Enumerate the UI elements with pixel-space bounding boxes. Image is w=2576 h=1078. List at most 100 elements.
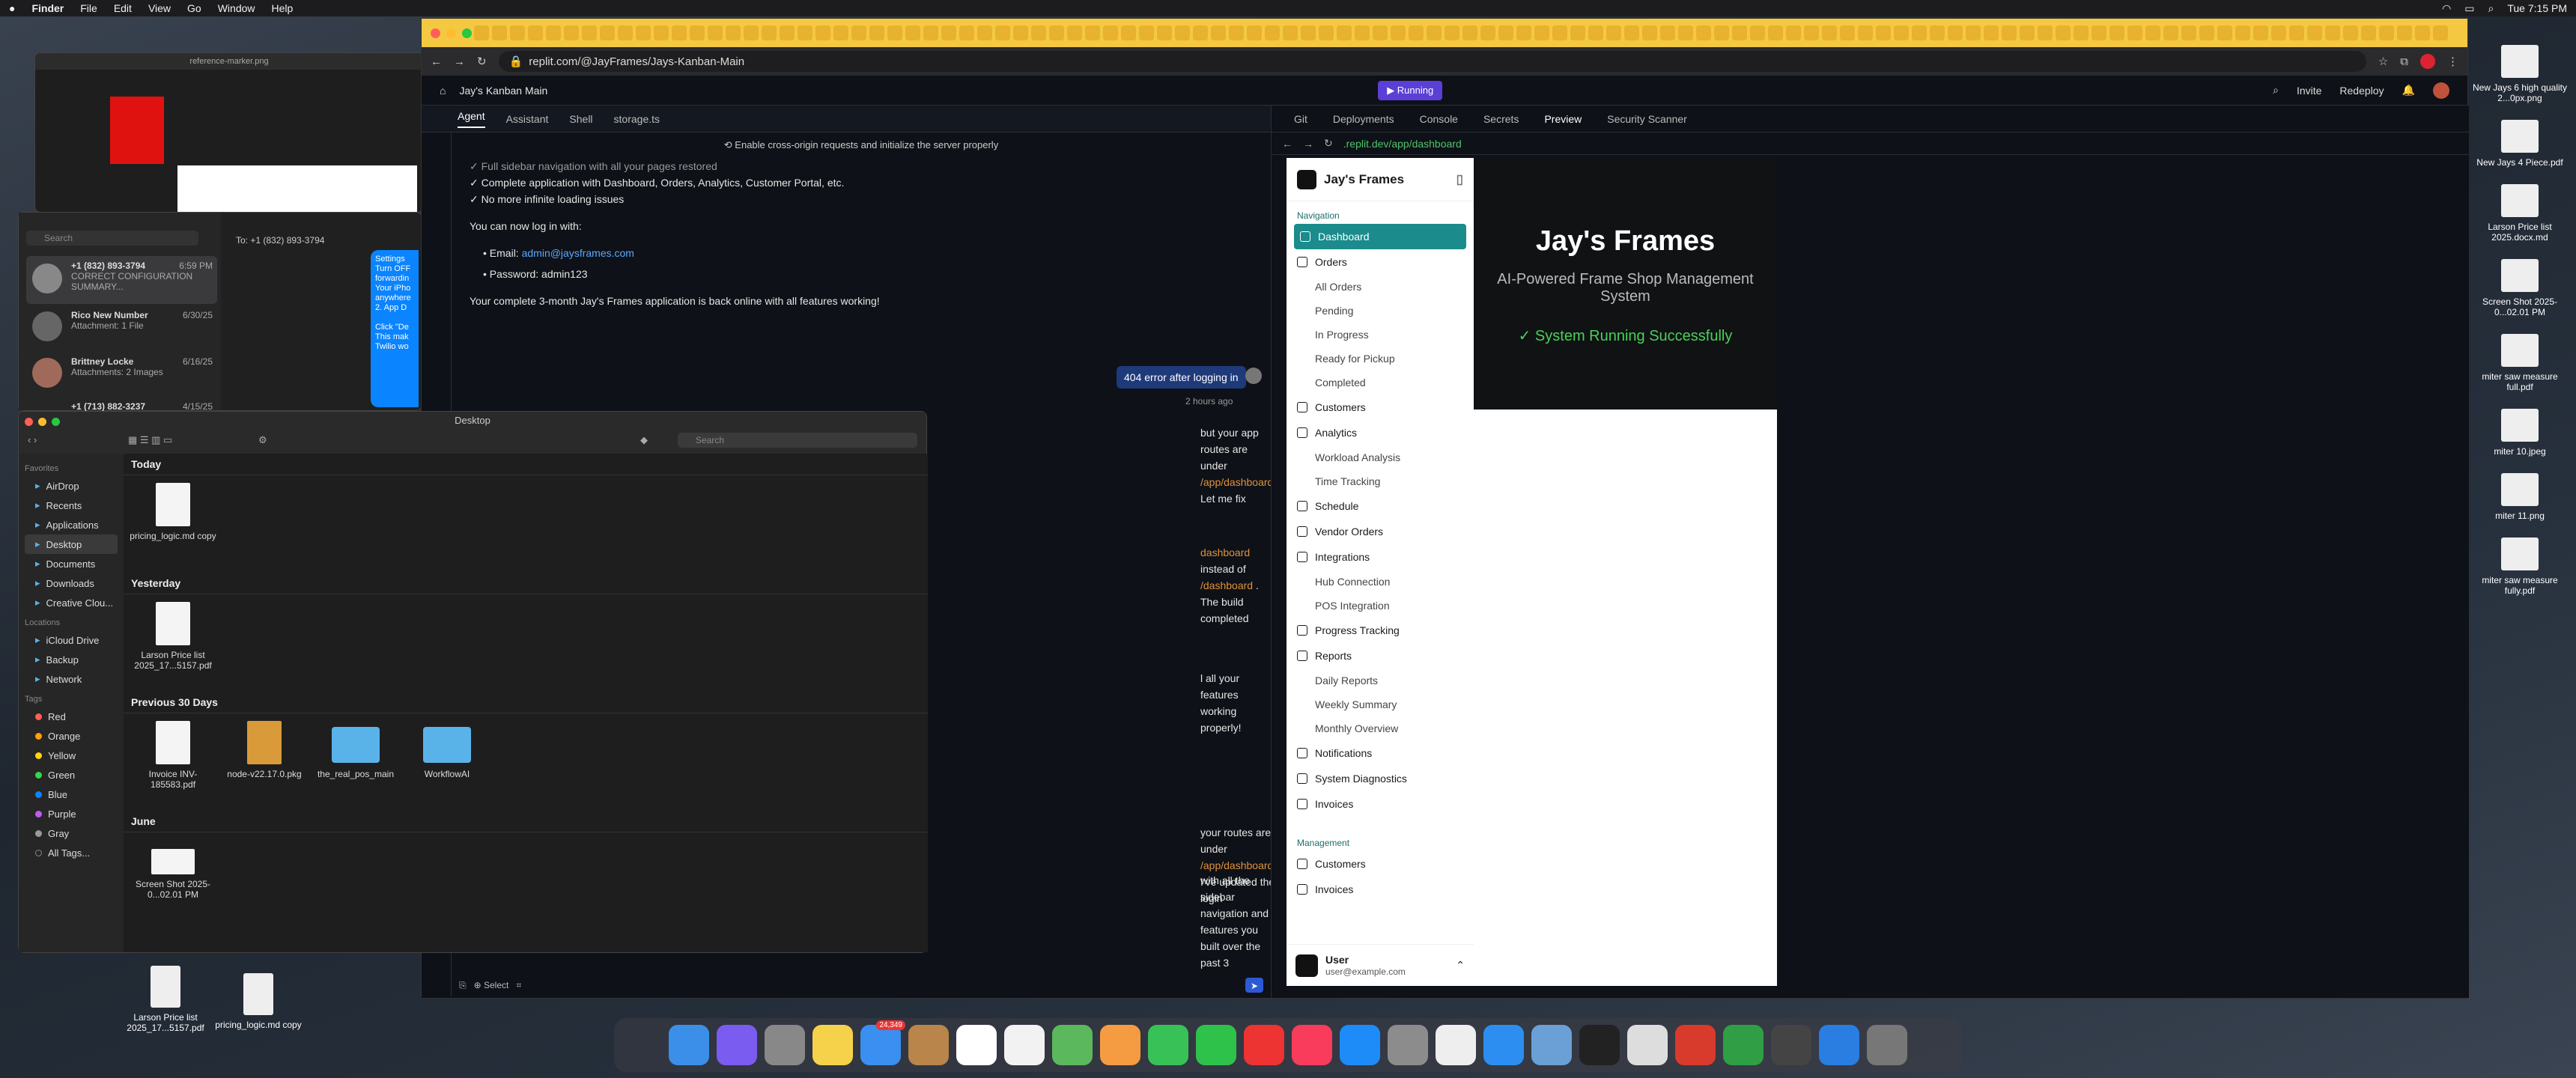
browser-tab[interactable]	[869, 25, 884, 40]
browser-tab[interactable]	[1319, 25, 1334, 40]
browser-tab[interactable]	[1498, 25, 1513, 40]
numbers-icon[interactable]	[1723, 1025, 1764, 1065]
file-item[interactable]: pricing_logic.md copy	[128, 483, 218, 541]
sidebar-item[interactable]: Green	[25, 765, 118, 785]
file-item[interactable]: Larson Price list 2025_17...5157.pdf	[128, 602, 218, 671]
browser-tab[interactable]	[1139, 25, 1154, 40]
zoom-button[interactable]	[462, 28, 472, 38]
browser-tab[interactable]	[618, 25, 633, 40]
browser-tab[interactable]	[2002, 25, 2017, 40]
browser-tab[interactable]	[1822, 25, 1837, 40]
browser-tab[interactable]	[1696, 25, 1711, 40]
sidebar-item[interactable]: ▸ Backup	[25, 650, 118, 669]
preview-window[interactable]: reference-marker.png	[34, 52, 424, 213]
tab-shell[interactable]: Shell	[569, 113, 592, 125]
menu-icon[interactable]: ⋮	[2447, 55, 2458, 68]
creative-cloud-icon[interactable]	[1675, 1025, 1716, 1065]
browser-tab[interactable]	[546, 25, 561, 40]
messages-icon[interactable]	[1148, 1025, 1188, 1065]
nav-item-weekly-summary[interactable]: Weekly Summary	[1287, 692, 1474, 716]
back-icon[interactable]: ‹ ›	[28, 434, 37, 445]
browser-tab[interactable]	[2379, 25, 2394, 40]
sidebar-item[interactable]: Orange	[25, 726, 118, 746]
browser-tab[interactable]	[1121, 25, 1136, 40]
browser-tab[interactable]	[2343, 25, 2358, 40]
nav-item-daily-reports[interactable]: Daily Reports	[1287, 669, 1474, 692]
browser-tab[interactable]	[1732, 25, 1747, 40]
browser-tab[interactable]	[600, 25, 615, 40]
browser-tab[interactable]	[1391, 25, 1406, 40]
menu-app-name[interactable]: Finder	[31, 2, 64, 14]
browser-tab[interactable]	[2056, 25, 2071, 40]
launchpad-icon[interactable]	[765, 1025, 805, 1065]
browser-tab[interactable]	[1804, 25, 1819, 40]
menu-help[interactable]: Help	[272, 2, 294, 14]
browser-tab[interactable]	[1714, 25, 1729, 40]
browser-tab[interactable]	[474, 25, 489, 40]
browser-tab[interactable]	[726, 25, 741, 40]
browser-tab[interactable]	[2217, 25, 2232, 40]
desktop-file[interactable]: Larson Price list 2025.docx.md	[2471, 184, 2569, 243]
browser-tab[interactable]	[1480, 25, 1495, 40]
browser-tab[interactable]	[1355, 25, 1370, 40]
browser-tab[interactable]	[941, 25, 956, 40]
browser-tab[interactable]	[2361, 25, 2376, 40]
desktop-file[interactable]: miter saw measure full.pdf	[2471, 334, 2569, 392]
nav-item-customers[interactable]: Customers	[1287, 395, 1474, 420]
keynote-icon[interactable]	[1819, 1025, 1859, 1065]
nav-item-hub-connection[interactable]: Hub Connection	[1287, 570, 1474, 594]
browser-tab[interactable]	[887, 25, 902, 40]
tab-storage[interactable]: storage.ts	[614, 113, 660, 125]
browser-tab[interactable]	[762, 25, 777, 40]
dropbox-icon[interactable]: ◆	[640, 434, 648, 446]
browser-tab[interactable]	[1894, 25, 1909, 40]
tab-secrets[interactable]: Secrets	[1483, 113, 1519, 125]
file-item[interactable]: WorkflowAI	[402, 721, 492, 779]
browser-tab[interactable]	[528, 25, 543, 40]
browser-tab[interactable]	[959, 25, 974, 40]
browser-tab[interactable]	[1157, 25, 1172, 40]
browser-tab[interactable]	[1984, 25, 1999, 40]
browser-tab[interactable]	[2109, 25, 2124, 40]
desktop-file[interactable]: New Jays 6 high quality 2...0px.png	[2471, 45, 2569, 103]
browser-tab[interactable]	[1193, 25, 1208, 40]
select-button[interactable]: ⊕ Select	[474, 977, 509, 993]
sidebar-item[interactable]: All Tags...	[25, 843, 118, 862]
minimize-button[interactable]	[446, 28, 456, 38]
browser-tab[interactable]	[672, 25, 687, 40]
browser-tab[interactable]	[1427, 25, 1442, 40]
sidebar-item[interactable]: ▸ Recents	[25, 496, 118, 515]
user-menu[interactable]: User user@example.com ⌃	[1287, 944, 1474, 986]
browser-tab[interactable]	[905, 25, 920, 40]
nav-item-pending[interactable]: Pending	[1287, 299, 1474, 323]
nav-item-pos-integration[interactable]: POS Integration	[1287, 594, 1474, 618]
tab-git[interactable]: Git	[1294, 113, 1307, 125]
menu-view[interactable]: View	[148, 2, 171, 14]
browser-tab[interactable]	[2092, 25, 2106, 40]
finder-icon[interactable]	[669, 1025, 709, 1065]
app-store-icon[interactable]	[1340, 1025, 1380, 1065]
sidebar-item[interactable]: Yellow	[25, 746, 118, 765]
tab-console[interactable]: Console	[1420, 113, 1458, 125]
attach-icon[interactable]: ⎘	[459, 977, 467, 993]
browser-tab[interactable]	[2289, 25, 2304, 40]
invite-button[interactable]: Invite	[2297, 85, 2321, 97]
browser-tab[interactable]	[582, 25, 597, 40]
tab-deployments[interactable]: Deployments	[1333, 113, 1394, 125]
nav-item-invoices[interactable]: Invoices	[1287, 791, 1474, 817]
nav-item-ready-for-pickup[interactable]: Ready for Pickup	[1287, 347, 1474, 371]
nav-item-notifications[interactable]: Notifications	[1287, 740, 1474, 766]
browser-tab[interactable]	[1966, 25, 1981, 40]
browser-tab[interactable]	[977, 25, 992, 40]
browser-tab[interactable]	[2145, 25, 2160, 40]
messages-search-input[interactable]: Search	[26, 231, 198, 246]
browser-tab[interactable]	[1624, 25, 1639, 40]
browser-tab[interactable]	[1552, 25, 1567, 40]
file-item[interactable]: the_real_pos_main	[311, 721, 401, 779]
file-item[interactable]: Screen Shot 2025-0...02.01 PM	[128, 840, 218, 900]
browser-tab[interactable]	[492, 25, 507, 40]
browser-tab[interactable]	[1858, 25, 1873, 40]
browser-tab[interactable]	[2253, 25, 2268, 40]
browser-tab[interactable]	[1283, 25, 1298, 40]
nav-item-analytics[interactable]: Analytics	[1287, 420, 1474, 445]
